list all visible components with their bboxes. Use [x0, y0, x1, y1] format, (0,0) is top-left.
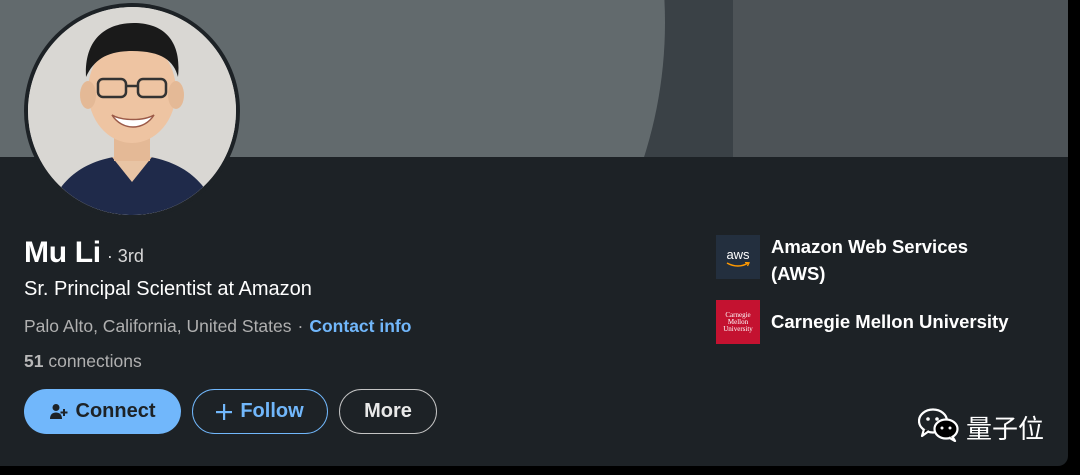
org-name-cmu: Carnegie Mellon University	[771, 308, 1008, 344]
aws-smile-icon	[726, 261, 750, 267]
connect-button[interactable]: Connect	[24, 389, 181, 434]
separator: ·	[297, 316, 304, 336]
banner-panel	[733, 0, 1068, 157]
org-name-line: Carnegie Mellon University	[771, 311, 1009, 332]
cmu-logo: Carnegie Mellon University	[716, 300, 760, 344]
org-name-aws: Amazon Web Services (AWS)	[771, 233, 968, 287]
connect-label: Connect	[75, 400, 156, 422]
connections-label: connections	[48, 351, 142, 371]
watermark-text: 量子位	[966, 415, 1045, 445]
name-row: Mu Li · 3rd	[24, 236, 144, 270]
contact-info-link[interactable]: Contact info	[309, 316, 411, 337]
aws-logo: aws	[716, 235, 760, 279]
connections-number: 51	[24, 351, 44, 371]
watermark: 量子位	[917, 408, 1045, 447]
org-name-line: Amazon Web Services	[771, 236, 969, 257]
connection-degree: · 3rd	[106, 246, 144, 266]
wechat-icon	[917, 408, 960, 447]
follow-button[interactable]: Follow	[192, 389, 328, 434]
profile-name: Mu Li	[24, 236, 101, 269]
aws-logo-text: aws	[726, 246, 750, 262]
profile-headline: Sr. Principal Scientist at Amazon	[24, 278, 312, 300]
connections-count[interactable]: 51 connections	[24, 351, 142, 372]
org-aws[interactable]: aws Amazon Web Services (AWS)	[716, 235, 968, 287]
add-person-icon	[49, 403, 68, 421]
org-cmu[interactable]: Carnegie Mellon University Carnegie Mell…	[716, 300, 1008, 344]
location-row: Palo Alto, California, United States · C…	[24, 316, 411, 337]
profile-location: Palo Alto, California, United States	[24, 316, 292, 336]
more-button[interactable]: More	[339, 389, 437, 434]
avatar[interactable]	[24, 3, 240, 219]
plus-icon	[216, 403, 233, 420]
org-name-line: (AWS)	[771, 263, 826, 284]
more-label: More	[364, 400, 412, 422]
cmu-logo-text: Carnegie Mellon University	[723, 310, 753, 333]
follow-label: Follow	[240, 400, 304, 422]
profile-card: Mu Li · 3rd Sr. Principal Scientist at A…	[0, 0, 1068, 466]
profile-photo	[28, 7, 236, 215]
